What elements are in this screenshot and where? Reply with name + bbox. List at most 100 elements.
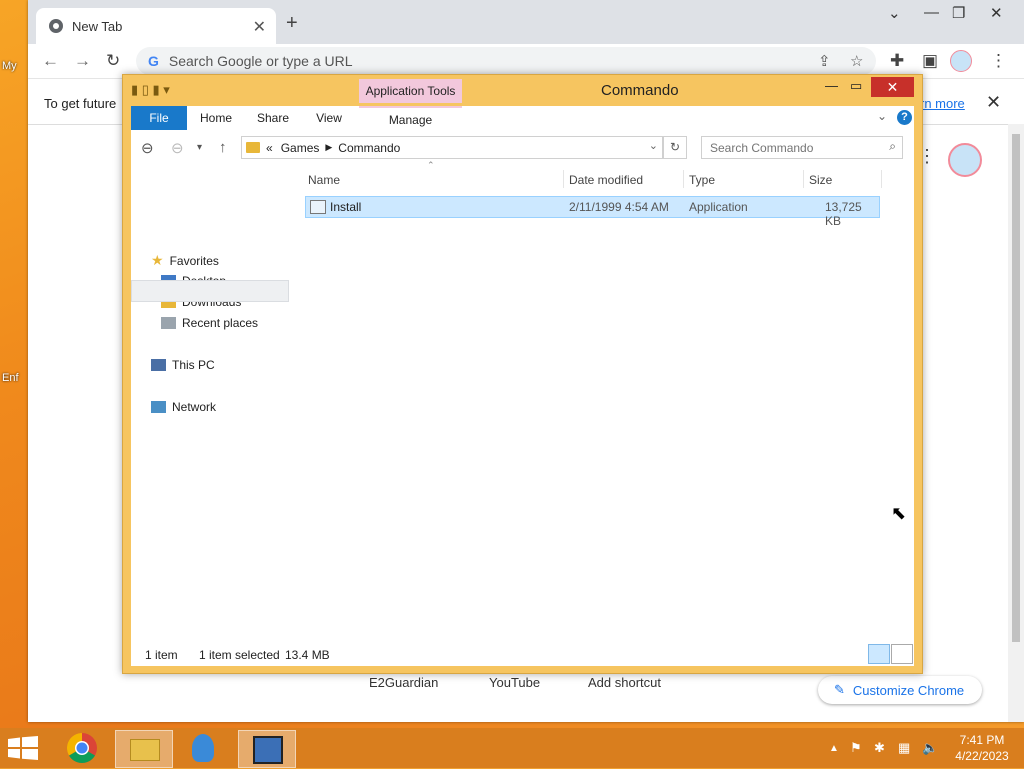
folder-icon bbox=[246, 142, 260, 153]
window-title: Commando bbox=[601, 82, 679, 99]
desktop-icon-label[interactable]: Enf bbox=[2, 372, 19, 384]
status-item-count: 1 item bbox=[145, 648, 178, 662]
large-icons-view-button[interactable] bbox=[891, 644, 913, 664]
customize-chrome-button[interactable]: ✎ Customize Chrome bbox=[818, 676, 982, 704]
minimize-button[interactable]: — bbox=[924, 4, 939, 21]
tab-title: New Tab bbox=[72, 18, 123, 34]
sort-ascending-icon: ⌃ bbox=[427, 160, 435, 170]
back-icon[interactable]: ← bbox=[42, 51, 59, 71]
reload-icon[interactable]: ↻ bbox=[106, 51, 120, 71]
column-divider[interactable] bbox=[881, 170, 882, 188]
shortcut-add[interactable]: Add shortcut bbox=[588, 675, 661, 690]
search-box[interactable]: ⌕ bbox=[701, 136, 903, 159]
scrollbar-thumb[interactable] bbox=[1012, 134, 1020, 642]
application-tools-tab[interactable]: Application Tools bbox=[359, 79, 462, 103]
star-icon: ★ bbox=[151, 252, 164, 268]
customize-chrome-label: Customize Chrome bbox=[852, 682, 965, 698]
extensions-icon[interactable]: ✚ bbox=[890, 51, 904, 71]
status-size: 13.4 MB bbox=[285, 648, 330, 662]
ntp-avatar[interactable] bbox=[948, 143, 982, 177]
chrome-icon bbox=[66, 733, 97, 764]
up-icon[interactable]: ↑ bbox=[219, 139, 227, 156]
new-tab-button[interactable]: + bbox=[286, 12, 298, 35]
windows-start-icon[interactable] bbox=[8, 736, 38, 760]
ribbon-expand-icon[interactable]: ⌄ bbox=[877, 109, 887, 123]
messenger-icon bbox=[192, 734, 214, 762]
search-input[interactable] bbox=[708, 139, 882, 156]
clock-date: 4/22/2023 bbox=[955, 749, 1009, 763]
navigation-pane: ★ Favorites Desktop Downloads Recent pla… bbox=[131, 164, 291, 640]
address-dropdown-icon[interactable]: ⌄ bbox=[649, 139, 658, 152]
chrome-tab-strip: New Tab ✕ + ⌄ — ❐ ✕ bbox=[28, 0, 1024, 44]
desktop-icon-label[interactable]: My bbox=[2, 60, 17, 72]
status-bar: 1 item 1 item selected 13.4 MB bbox=[131, 640, 914, 666]
ribbon-tabs: File Home Share View Manage ⌄ ? bbox=[131, 106, 914, 132]
taskbar-messenger[interactable] bbox=[176, 730, 232, 766]
address-bar[interactable]: « Games ▶ Commando ⌄ bbox=[241, 136, 663, 159]
infobar-text: To get future bbox=[44, 96, 117, 111]
action-center-flag-icon[interactable]: ⚑ bbox=[850, 740, 862, 756]
tab-manage[interactable]: Manage bbox=[359, 106, 462, 132]
profile-avatar[interactable] bbox=[950, 50, 972, 72]
volume-muted-icon[interactable]: 🔈 bbox=[922, 740, 938, 756]
tab-new-tab[interactable]: New Tab ✕ bbox=[36, 8, 276, 44]
file-name: Install bbox=[330, 200, 362, 214]
file-row-install[interactable]: Install 2/11/1999 4:54 AM Application 13… bbox=[305, 196, 880, 228]
taskbar-chrome[interactable] bbox=[54, 730, 110, 766]
column-divider[interactable] bbox=[563, 170, 564, 188]
nav-recent-places[interactable]: Recent places bbox=[161, 316, 258, 330]
page-scrollbar[interactable] bbox=[1008, 124, 1024, 722]
nav-this-pc[interactable]: This PC bbox=[151, 358, 215, 372]
system-clock[interactable]: 7:41 PM 4/22/2023 bbox=[952, 732, 1012, 764]
maximize-button[interactable]: ❐ bbox=[952, 4, 965, 22]
breadcrumb-arrow-icon[interactable]: ▶ bbox=[325, 142, 332, 153]
help-icon[interactable]: ? bbox=[897, 110, 912, 125]
tab-view[interactable]: View bbox=[307, 106, 351, 130]
close-button[interactable]: ✕ bbox=[990, 4, 1003, 22]
tab-search-icon[interactable]: ⌄ bbox=[888, 4, 901, 22]
quick-access-toolbar[interactable]: ▮ ▯ ▮ ▾ bbox=[131, 82, 170, 98]
folder-icon bbox=[130, 739, 160, 761]
column-divider[interactable] bbox=[683, 170, 684, 188]
recent-locations-icon[interactable]: ▾ bbox=[197, 142, 202, 153]
explorer-maximize-button[interactable]: ▭ bbox=[850, 78, 862, 94]
tab-home[interactable]: Home bbox=[193, 106, 239, 130]
tab-close-icon[interactable]: ✕ bbox=[253, 17, 266, 37]
search-icon: ⌕ bbox=[889, 139, 896, 153]
clock-time: 7:41 PM bbox=[959, 733, 1005, 747]
this-pc-highlight bbox=[131, 280, 289, 302]
nav-favorites[interactable]: ★ Favorites bbox=[151, 252, 219, 269]
explorer-close-button[interactable]: ✕ bbox=[871, 77, 914, 97]
tab-share[interactable]: Share bbox=[249, 106, 297, 130]
computer-icon bbox=[151, 359, 166, 371]
taskbar-network-app[interactable] bbox=[238, 730, 296, 768]
forward-icon[interactable]: ⊖ bbox=[171, 139, 184, 157]
infobar-close-icon[interactable]: ✕ bbox=[986, 92, 1001, 113]
tray-overflow-icon[interactable]: ▲ bbox=[829, 743, 839, 754]
details-view-button[interactable] bbox=[868, 644, 890, 664]
chrome-menu-icon[interactable]: ⋮ bbox=[990, 51, 1007, 71]
refresh-button[interactable]: ↻ bbox=[663, 136, 687, 159]
back-icon[interactable]: ⊖ bbox=[141, 139, 154, 157]
shortcut-e2guardian[interactable]: E2Guardian bbox=[369, 675, 438, 690]
column-divider[interactable] bbox=[803, 170, 804, 188]
share-icon[interactable]: ⇪ bbox=[818, 52, 831, 70]
network-tray-icon[interactable]: ▦ bbox=[898, 740, 910, 756]
application-icon bbox=[310, 200, 326, 214]
bluetooth-icon[interactable]: ✱ bbox=[874, 740, 885, 756]
shortcut-youtube[interactable]: YouTube bbox=[489, 675, 540, 690]
learn-more-link[interactable]: rn more bbox=[920, 96, 965, 111]
breadcrumb-overflow[interactable]: « bbox=[266, 141, 273, 155]
taskbar-file-explorer[interactable] bbox=[115, 730, 173, 768]
side-panel-icon[interactable]: ▣ bbox=[922, 51, 938, 71]
nav-network[interactable]: Network bbox=[151, 400, 216, 414]
omnibox[interactable]: G Search Google or type a URL ⇪ ☆ bbox=[136, 47, 876, 75]
chrome-favicon-icon bbox=[49, 19, 63, 33]
bookmark-star-icon[interactable]: ☆ bbox=[850, 52, 863, 70]
breadcrumb-games[interactable]: Games bbox=[281, 141, 320, 155]
explorer-minimize-button[interactable]: — bbox=[825, 78, 838, 93]
forward-icon[interactable]: → bbox=[74, 51, 91, 71]
breadcrumb-commando[interactable]: Commando bbox=[338, 141, 400, 155]
omnibox-placeholder: Search Google or type a URL bbox=[168, 53, 353, 69]
tab-file[interactable]: File bbox=[131, 106, 187, 130]
